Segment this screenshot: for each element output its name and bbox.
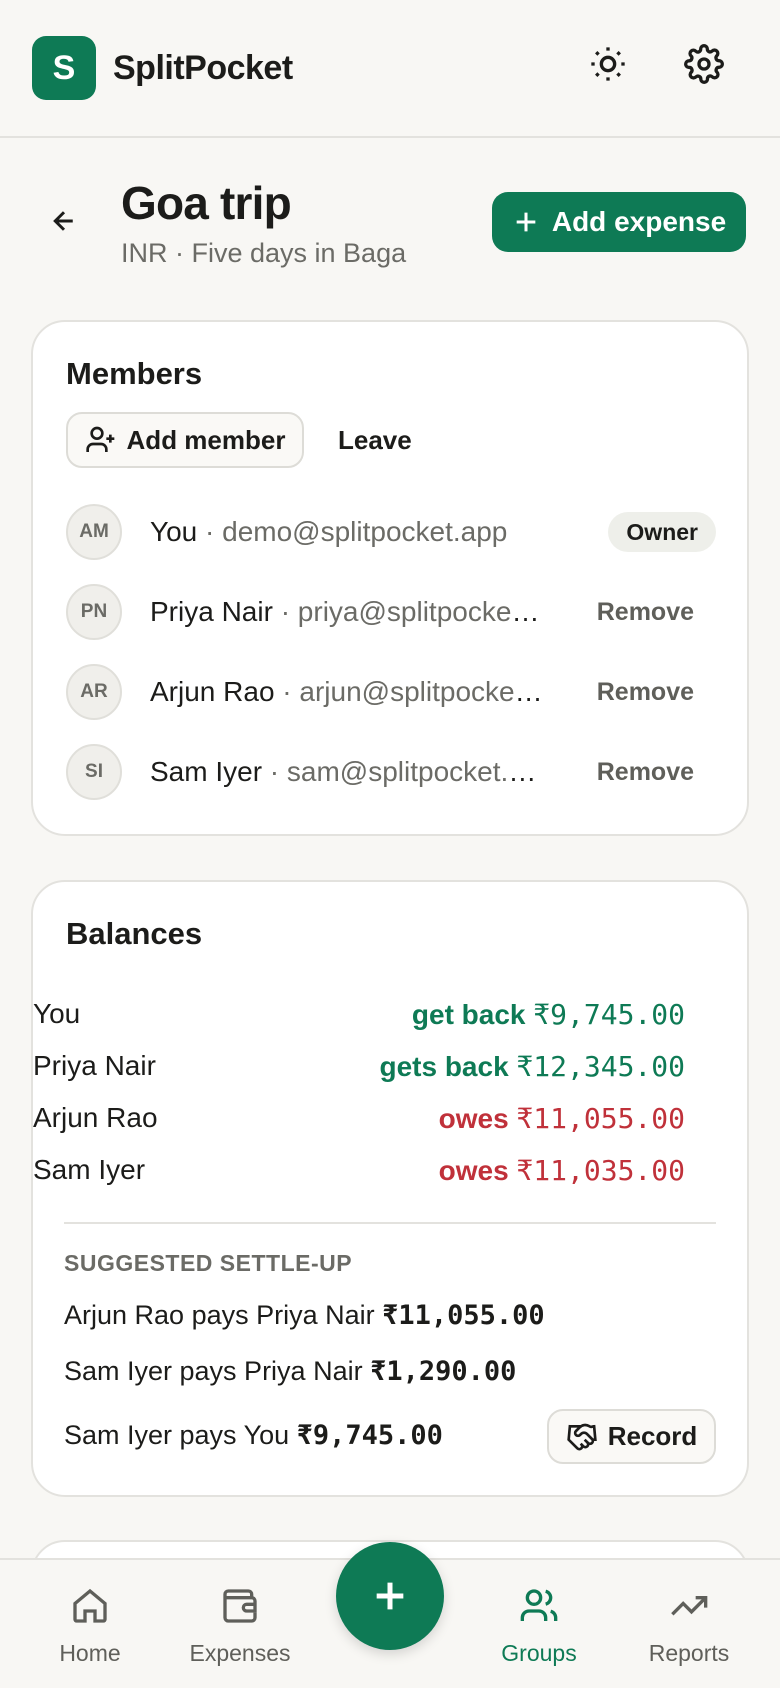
member-name: Priya Nair · priya@splitpocket.app — [150, 596, 546, 628]
nav-label: Reports — [648, 1640, 730, 1666]
add-fab-button[interactable] — [336, 1542, 444, 1650]
balance-row: Arjun Rao owes ₹11,055.00 — [33, 1098, 685, 1138]
member-email: · sam@splitpocket.app — [262, 756, 546, 787]
settle-item: Arjun Rao pays Priya Nair ₹11,055.00 — [64, 1300, 545, 1331]
avatar: SI — [66, 744, 122, 800]
settings-button[interactable] — [680, 40, 728, 88]
balance-name: Arjun Rao — [33, 1102, 158, 1133]
remove-member-button[interactable]: Remove — [597, 678, 694, 707]
avatar: AM — [66, 504, 122, 560]
member-display-name: You — [150, 516, 198, 547]
balance-value: ₹11,035.00 — [516, 1153, 685, 1187]
member-name: You · demo@splitpocket.app — [150, 516, 507, 548]
sun-icon — [591, 47, 625, 81]
nav-label: Groups — [501, 1640, 577, 1666]
settle-text: Sam Iyer pays You — [64, 1420, 297, 1450]
balance-name: You — [33, 998, 81, 1029]
balance-row: You get back ₹9,745.00 — [33, 994, 685, 1034]
balance-verb: gets back — [379, 1050, 517, 1082]
home-icon — [73, 1588, 107, 1623]
nav-label: Expenses — [189, 1640, 291, 1666]
member-email: · demo@splitpocket.app — [197, 516, 508, 547]
avatar: PN — [66, 584, 122, 640]
member-row: SI Sam Iyer · sam@splitpocket.app Remove — [66, 742, 716, 802]
avatar: AR — [66, 664, 122, 720]
member-display-name: Sam Iyer — [150, 756, 263, 787]
balance-value: ₹12,345.00 — [516, 1049, 685, 1083]
remove-member-button[interactable]: Remove — [597, 598, 694, 627]
member-row: PN Priya Nair · priya@splitpocket.app Re… — [66, 582, 716, 642]
member-email: · arjun@splitpocket.app — [282, 676, 546, 707]
arrow-left-icon — [53, 211, 73, 231]
member-row: AR Arjun Rao · arjun@splitpocket.app Rem… — [66, 662, 716, 722]
member-name: Arjun Rao · arjun@splitpocket.app — [150, 676, 546, 708]
balance-amount: get back ₹9,745.00 — [412, 998, 685, 1031]
divider — [64, 1222, 716, 1224]
balance-name: Sam Iyer — [33, 1154, 146, 1185]
balance-value: ₹11,055.00 — [516, 1101, 685, 1135]
member-display-name: Arjun Rao — [150, 676, 275, 707]
members-card: Members Add member Leave AM You · demo@s… — [31, 320, 749, 836]
add-member-label: Add member — [126, 424, 286, 455]
balances-title: Balances — [66, 916, 203, 951]
leave-button[interactable]: Leave — [338, 412, 412, 468]
nav-item-groups[interactable]: Groups — [469, 1586, 609, 1676]
member-email: · priya@splitpocket.app — [272, 596, 546, 627]
nav-item-expenses[interactable]: Expenses — [170, 1586, 310, 1676]
balance-row: Priya Nair gets back ₹12,345.00 — [33, 1046, 685, 1086]
wallet-icon — [223, 1589, 257, 1623]
member-display-name: Priya Nair — [150, 596, 273, 627]
page-title: Goa trip — [121, 177, 292, 229]
record-label: Record — [607, 1421, 698, 1451]
balance-amount: owes ₹11,035.00 — [439, 1154, 685, 1187]
nav-item-home[interactable]: Home — [20, 1586, 160, 1676]
nav-item-reports[interactable]: Reports — [619, 1586, 759, 1676]
gear-icon — [684, 44, 724, 84]
balance-verb: get back — [411, 998, 534, 1030]
theme-toggle-button[interactable] — [584, 40, 632, 88]
users-icon — [520, 1589, 558, 1621]
settle-amount: ₹11,055.00 — [382, 1300, 545, 1331]
settle-up-heading: SUGGESTED SETTLE-UP — [64, 1250, 353, 1276]
member-row: AM You · demo@splitpocket.app Owner — [66, 502, 716, 562]
trending-up-icon — [671, 1596, 708, 1616]
member-name: Sam Iyer · sam@splitpocket.app — [150, 756, 546, 788]
owner-badge: Owner — [608, 512, 716, 552]
back-button[interactable] — [44, 198, 84, 244]
settle-text: Arjun Rao pays Priya Nair — [64, 1300, 383, 1330]
add-expense-label: Add expense — [551, 206, 727, 237]
settle-item: Sam Iyer pays Priya Nair ₹1,290.00 — [64, 1356, 516, 1387]
settle-text: Sam Iyer pays Priya Nair — [64, 1356, 371, 1386]
settle-amount: ₹1,290.00 — [370, 1356, 517, 1387]
user-plus-icon — [85, 426, 114, 452]
balance-name: Priya Nair — [33, 1050, 156, 1081]
handshake-icon — [566, 1423, 597, 1450]
members-title: Members — [66, 356, 203, 391]
balance-value: ₹9,745.00 — [533, 997, 685, 1031]
record-payment-button[interactable]: Record — [547, 1409, 716, 1464]
app-title: SplitPocket — [113, 48, 293, 87]
group-subtitle: INR · Five days in Baga — [121, 238, 407, 268]
balance-amount: owes ₹11,055.00 — [439, 1102, 685, 1135]
balance-verb: owes — [438, 1154, 517, 1186]
app-logo[interactable]: S — [32, 36, 96, 100]
nav-label: Home — [59, 1640, 121, 1666]
logo-letter: S — [52, 48, 76, 87]
app-header: S SplitPocket — [0, 0, 780, 138]
settle-amount: ₹9,745.00 — [296, 1420, 443, 1451]
add-expense-button[interactable]: Add expense — [492, 192, 746, 252]
plus-icon — [516, 212, 536, 232]
balance-amount: gets back ₹12,345.00 — [379, 1050, 685, 1083]
balance-verb: owes — [438, 1102, 517, 1134]
remove-member-button[interactable]: Remove — [597, 758, 694, 787]
add-member-button[interactable]: Add member — [66, 412, 304, 468]
plus-icon — [376, 1582, 404, 1610]
settle-item: Sam Iyer pays You ₹9,745.00 — [64, 1420, 443, 1451]
balance-row: Sam Iyer owes ₹11,035.00 — [33, 1150, 685, 1190]
